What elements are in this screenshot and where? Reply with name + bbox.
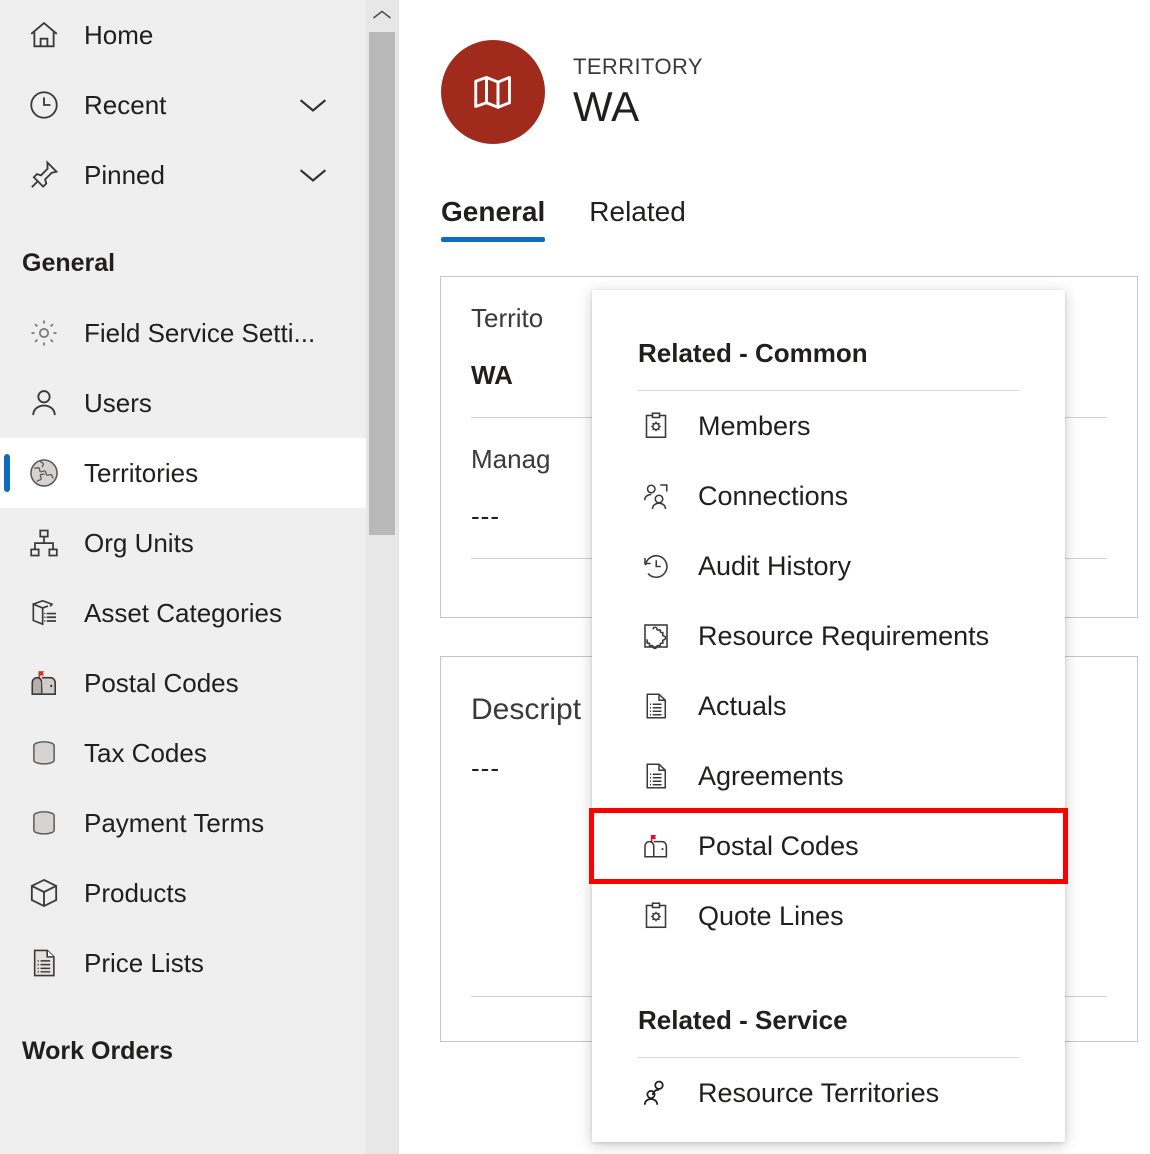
flyout-item-label: Resource Territories <box>698 1078 939 1109</box>
coins-icon <box>22 807 66 839</box>
sidebar-scrollbar[interactable] <box>366 0 398 1154</box>
flyout-item-resource-territories[interactable]: Resource Territories <box>592 1058 1065 1128</box>
flyout-section-common-title: Related - Common <box>592 290 1065 369</box>
tab-general[interactable]: General <box>441 196 545 242</box>
chevron-down-icon[interactable] <box>296 164 330 186</box>
sidebar-item-label: Users <box>84 388 152 419</box>
flyout-item-members[interactable]: Members <box>592 391 1065 461</box>
sidebar-item-tax-codes[interactable]: Tax Codes <box>0 718 366 788</box>
sidebar-item-label: Pinned <box>84 160 165 191</box>
scroll-up-arrow-icon[interactable] <box>366 0 398 30</box>
flyout-item-agreements[interactable]: Agreements <box>592 741 1065 811</box>
package-icon <box>22 876 66 910</box>
sidebar-item-org-units[interactable]: Org Units <box>0 508 366 578</box>
puzzle-square-icon <box>638 621 674 651</box>
flyout-item-label: Members <box>698 411 811 442</box>
sidebar-item-home[interactable]: Home <box>0 0 366 70</box>
person-icon <box>22 386 66 420</box>
coins-icon <box>22 737 66 769</box>
chevron-down-icon[interactable] <box>296 94 330 116</box>
flyout-item-label: Quote Lines <box>698 901 844 932</box>
clipboard-gear-icon <box>638 901 674 931</box>
flyout-item-label: Audit History <box>698 551 851 582</box>
flyout-item-label: Connections <box>698 481 848 512</box>
home-icon <box>22 18 66 52</box>
flyout-item-actuals[interactable]: Actuals <box>592 671 1065 741</box>
sidebar-item-label: Field Service Setti... <box>84 318 315 349</box>
sidebar-item-label: Home <box>84 20 153 51</box>
flyout-item-label: Actuals <box>698 691 787 722</box>
entity-type-label: TERRITORY <box>573 53 703 81</box>
scrollbar-thumb[interactable] <box>369 32 395 535</box>
sidebar-item-label: Payment Terms <box>84 808 264 839</box>
sidebar-item-label: Postal Codes <box>84 668 239 699</box>
tab-strip: General Related <box>399 144 1150 242</box>
sidebar-item-recent[interactable]: Recent <box>0 70 366 140</box>
sidebar-item-pinned[interactable]: Pinned <box>0 140 366 210</box>
sidebar-item-price-lists[interactable]: Price Lists <box>0 928 366 998</box>
sidebar-item-label: Recent <box>84 90 166 121</box>
flyout-item-audit-history[interactable]: Audit History <box>592 531 1065 601</box>
org-chart-icon <box>22 527 66 559</box>
sidebar-item-payment-terms[interactable]: Payment Terms <box>0 788 366 858</box>
sidebar-item-label: Org Units <box>84 528 194 559</box>
people-icon <box>638 1078 674 1108</box>
mailbox-icon <box>638 831 674 861</box>
flyout-item-resource-requirements[interactable]: Resource Requirements <box>592 601 1065 671</box>
sidebar-item-label: Price Lists <box>84 948 204 979</box>
sidebar-item-label: Asset Categories <box>84 598 282 629</box>
flyout-item-label: Agreements <box>698 761 844 792</box>
clock-icon <box>22 88 66 122</box>
sidebar-item-label: Tax Codes <box>84 738 207 769</box>
flyout-item-connections[interactable]: Connections <box>592 461 1065 531</box>
sidebar-item-label: Territories <box>84 458 198 489</box>
map-icon <box>470 69 516 115</box>
flyout-section-service-title: Related - Service <box>592 983 1065 1036</box>
document-list-icon <box>22 947 66 979</box>
tab-related[interactable]: Related <box>589 196 686 242</box>
globe-icon <box>22 456 66 490</box>
related-flyout-menu: Related - Common Members <box>592 290 1065 1142</box>
record-header: TERRITORY WA <box>399 0 1150 144</box>
history-icon <box>638 551 674 581</box>
sidebar-item-postal-codes[interactable]: Postal Codes <box>0 648 366 718</box>
sidebar-group-general: General <box>0 228 366 298</box>
sidebar-item-territories[interactable]: Territories <box>0 438 366 508</box>
page-title: WA <box>573 83 703 131</box>
flyout-item-label: Postal Codes <box>698 831 859 862</box>
gear-icon <box>22 317 66 349</box>
sidebar: Home Recent Pinned <box>0 0 366 1154</box>
asset-box-icon <box>22 597 66 629</box>
sidebar-item-products[interactable]: Products <box>0 858 366 928</box>
sidebar-group-work-orders: Work Orders <box>0 1016 366 1086</box>
sidebar-item-field-service-settings[interactable]: Field Service Setti... <box>0 298 366 368</box>
mailbox-icon <box>22 667 66 699</box>
clipboard-gear-icon <box>638 411 674 441</box>
sidebar-item-label: Products <box>84 878 187 909</box>
pin-icon <box>22 158 66 192</box>
document-list-icon <box>638 761 674 791</box>
sidebar-item-users[interactable]: Users <box>0 368 366 438</box>
flyout-item-postal-codes[interactable]: Postal Codes <box>592 811 1065 881</box>
sidebar-item-asset-categories[interactable]: Asset Categories <box>0 578 366 648</box>
people-icon <box>638 481 674 511</box>
document-list-icon <box>638 691 674 721</box>
avatar <box>441 40 545 144</box>
flyout-item-label: Resource Requirements <box>698 621 989 652</box>
flyout-item-quote-lines[interactable]: Quote Lines <box>592 881 1065 951</box>
